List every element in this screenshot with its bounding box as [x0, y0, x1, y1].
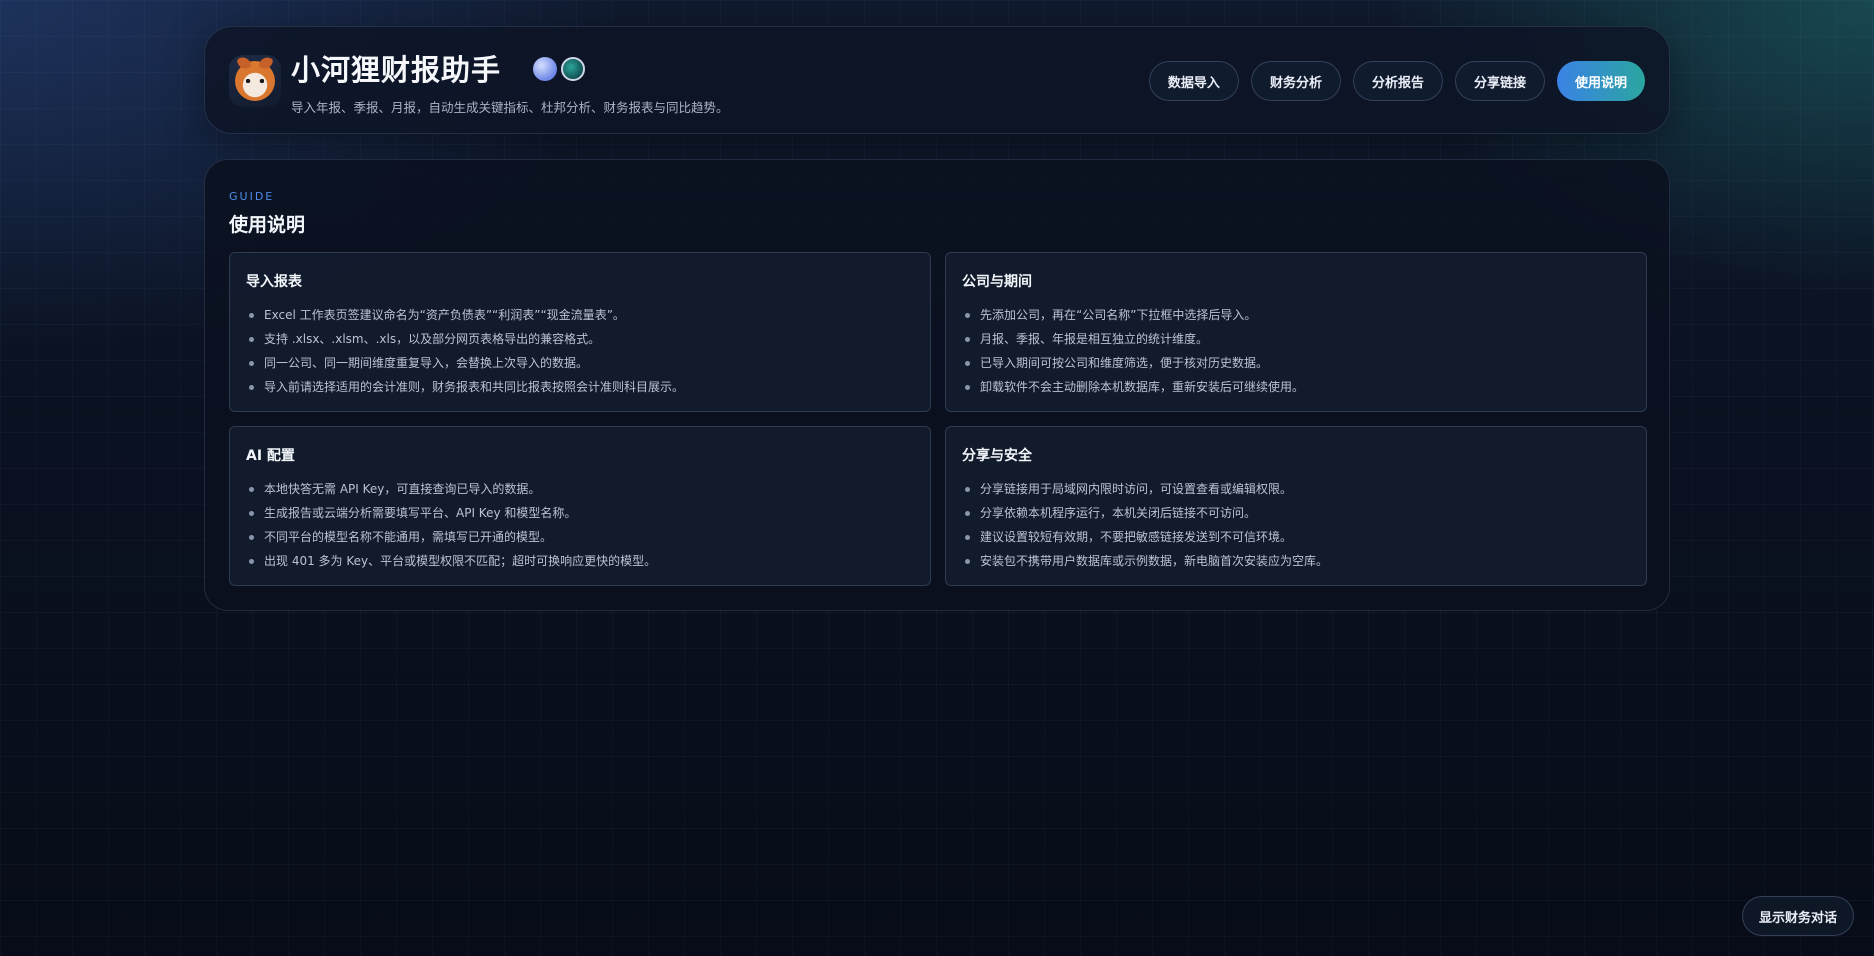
card-list: 本地快答无需 API Key，可直接查询已导入的数据。 生成报告或云端分析需要填… [246, 477, 914, 573]
list-item: 分享依赖本机程序运行，本机关闭后链接不可访问。 [962, 501, 1630, 525]
list-item: 导入前请选择适用的会计准则，财务报表和共同比报表按照会计准则科目展示。 [246, 375, 914, 399]
card-title: AI 配置 [246, 448, 295, 464]
guide-card-share-security: 分享与安全 分享链接用于局域网内限时访问，可设置查看或编辑权限。 分享依赖本机程… [945, 426, 1647, 586]
nav-financial-analysis-button[interactable]: 财务分析 [1250, 61, 1341, 101]
guide-card-import: 导入报表 Excel 工作表页签建议命名为“资产负债表”“利润表”“现金流量表”… [229, 252, 931, 412]
theme-light-dot-icon[interactable] [533, 57, 557, 81]
app-title: 小河狸财报助手 [291, 53, 502, 87]
card-title: 公司与期间 [962, 274, 1032, 290]
nav-guide-button[interactable]: 使用说明 [1556, 61, 1645, 101]
guide-eyebrow: GUIDE [229, 190, 275, 203]
list-item: 不同平台的模型名称不能通用，需填写已开通的模型。 [246, 525, 914, 549]
list-item: 同一公司、同一期间维度重复导入，会替换上次导入的数据。 [246, 351, 914, 375]
guide-title: 使用说明 [229, 214, 306, 236]
nav-data-import-button[interactable]: 数据导入 [1148, 61, 1239, 101]
show-finance-chat-button[interactable]: 显示财务对话 [1741, 896, 1854, 936]
list-item: 分享链接用于局域网内限时访问，可设置查看或编辑权限。 [962, 477, 1630, 501]
card-list: 先添加公司，再在“公司名称”下拉框中选择后导入。 月报、季报、年报是相互独立的统… [962, 303, 1630, 399]
app-subtitle: 导入年报、季报、月报，自动生成关键指标、杜邦分析、财务报表与同比趋势。 [291, 100, 729, 115]
app-header: 小河狸财报助手 导入年报、季报、月报，自动生成关键指标、杜邦分析、财务报表与同比… [204, 26, 1670, 134]
list-item: 支持 .xlsx、.xlsm、.xls，以及部分网页表格导出的兼容格式。 [246, 327, 914, 351]
guide-panel: GUIDE 使用说明 导入报表 Excel 工作表页签建议命名为“资产负债表”“… [204, 159, 1670, 611]
list-item: 本地快答无需 API Key，可直接查询已导入的数据。 [246, 477, 914, 501]
beaver-mascot-icon [229, 55, 281, 107]
list-item: Excel 工作表页签建议命名为“资产负债表”“利润表”“现金流量表”。 [246, 303, 914, 327]
theme-dark-dot-icon[interactable] [561, 57, 585, 81]
list-item: 生成报告或云端分析需要填写平台、API Key 和模型名称。 [246, 501, 914, 525]
list-item: 月报、季报、年报是相互独立的统计维度。 [962, 327, 1630, 351]
list-item: 安装包不携带用户数据库或示例数据，新电脑首次安装应为空库。 [962, 549, 1630, 573]
nav-share-link-button[interactable]: 分享链接 [1454, 61, 1545, 101]
guide-card-ai-config: AI 配置 本地快答无需 API Key，可直接查询已导入的数据。 生成报告或云… [229, 426, 931, 586]
guide-card-company-period: 公司与期间 先添加公司，再在“公司名称”下拉框中选择后导入。 月报、季报、年报是… [945, 252, 1647, 412]
list-item: 卸载软件不会主动删除本机数据库，重新安装后可继续使用。 [962, 375, 1630, 399]
card-list: 分享链接用于局域网内限时访问，可设置查看或编辑权限。 分享依赖本机程序运行，本机… [962, 477, 1630, 573]
list-item: 已导入期间可按公司和维度筛选，便于核对历史数据。 [962, 351, 1630, 375]
main-nav: 数据导入 财务分析 分析报告 分享链接 使用说明 [1148, 61, 1645, 101]
card-list: Excel 工作表页签建议命名为“资产负债表”“利润表”“现金流量表”。 支持 … [246, 303, 914, 399]
nav-analysis-report-button[interactable]: 分析报告 [1352, 61, 1443, 101]
list-item: 先添加公司，再在“公司名称”下拉框中选择后导入。 [962, 303, 1630, 327]
card-title: 导入报表 [246, 274, 302, 290]
list-item: 建议设置较短有效期，不要把敏感链接发送到不可信环境。 [962, 525, 1630, 549]
list-item: 出现 401 多为 Key、平台或模型权限不匹配；超时可换响应更快的模型。 [246, 549, 914, 573]
card-title: 分享与安全 [962, 448, 1032, 464]
